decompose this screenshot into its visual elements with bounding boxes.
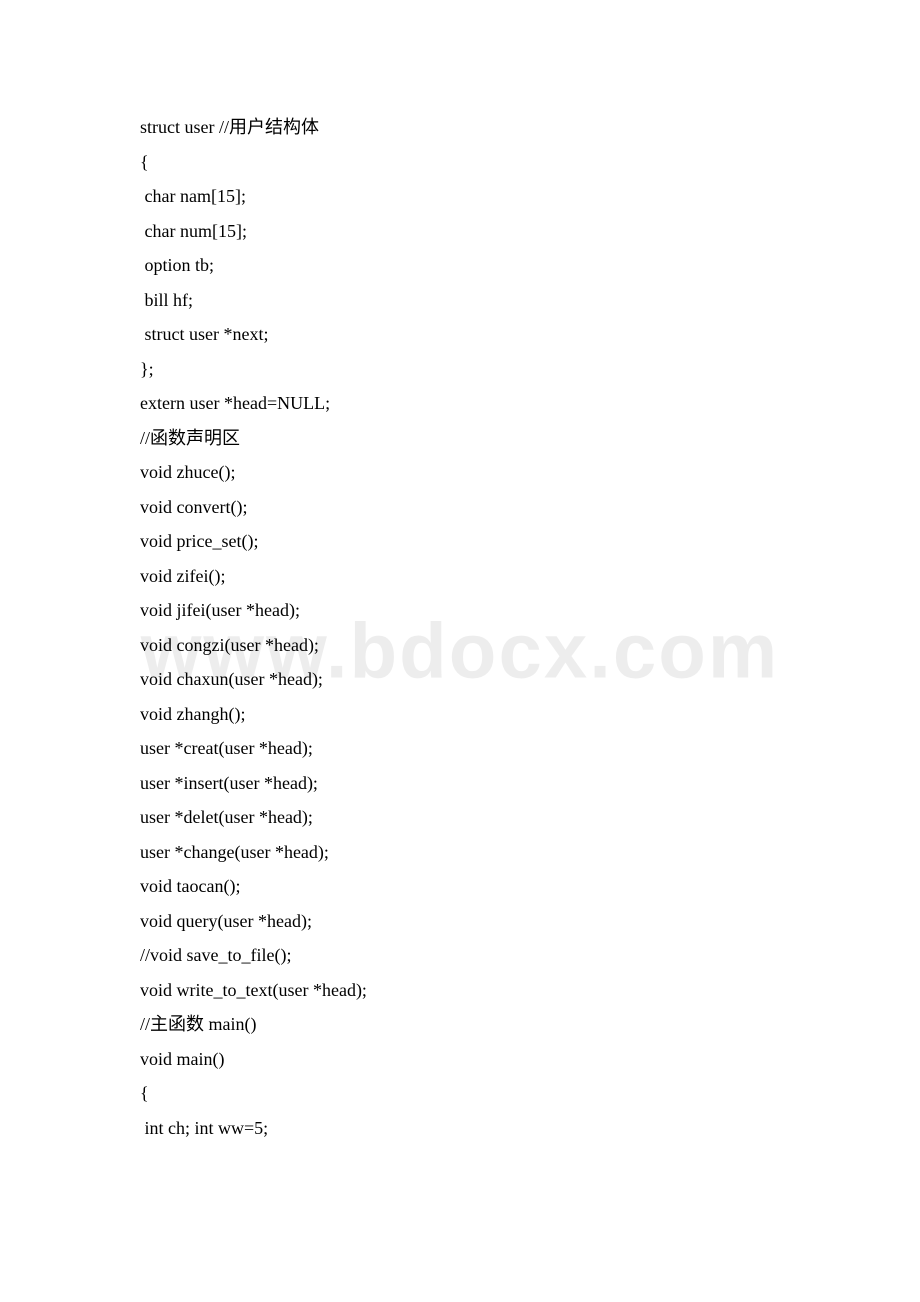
code-line: user *insert(user *head);	[140, 766, 780, 801]
code-line: void zhuce();	[140, 455, 780, 490]
code-line: void congzi(user *head);	[140, 628, 780, 663]
code-line: };	[140, 352, 780, 387]
code-line: void taocan();	[140, 869, 780, 904]
code-line: char num[15];	[140, 214, 780, 249]
code-line: char nam[15];	[140, 179, 780, 214]
code-line: user *delet(user *head);	[140, 800, 780, 835]
code-line: struct user //用户结构体	[140, 110, 780, 145]
code-line: void zhangh();	[140, 697, 780, 732]
code-line: int ch; int ww=5;	[140, 1111, 780, 1146]
code-line: //void save_to_file();	[140, 938, 780, 973]
code-line: {	[140, 1076, 780, 1111]
code-line: void main()	[140, 1042, 780, 1077]
code-line: void chaxun(user *head);	[140, 662, 780, 697]
code-line: user *creat(user *head);	[140, 731, 780, 766]
code-line: {	[140, 145, 780, 180]
code-line: option tb;	[140, 248, 780, 283]
code-line: extern user *head=NULL;	[140, 386, 780, 421]
code-line: user *change(user *head);	[140, 835, 780, 870]
code-line: struct user *next;	[140, 317, 780, 352]
code-line: //函数声明区	[140, 421, 780, 456]
code-line: void convert();	[140, 490, 780, 525]
code-line: void write_to_text(user *head);	[140, 973, 780, 1008]
code-line: bill hf;	[140, 283, 780, 318]
code-line: void query(user *head);	[140, 904, 780, 939]
code-line: //主函数 main()	[140, 1007, 780, 1042]
code-line: void zifei();	[140, 559, 780, 594]
code-line: void price_set();	[140, 524, 780, 559]
code-block: struct user //用户结构体 { char nam[15]; char…	[140, 110, 780, 1145]
code-line: void jifei(user *head);	[140, 593, 780, 628]
